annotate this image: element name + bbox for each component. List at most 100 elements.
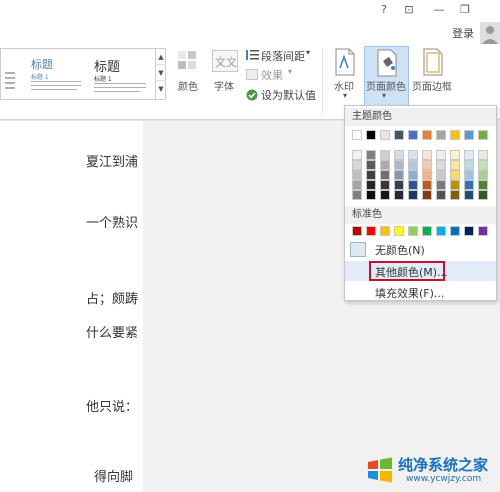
colors-icon <box>178 51 196 69</box>
theme-color-swatch[interactable] <box>394 160 404 170</box>
theme-color-swatch[interactable] <box>408 170 418 180</box>
theme-color-swatch[interactable] <box>478 160 488 170</box>
no-color-item[interactable]: 无颜色(N) <box>345 239 496 259</box>
theme-color-swatch[interactable] <box>352 130 362 140</box>
help-button[interactable]: ? <box>375 2 393 18</box>
theme-color-swatch[interactable] <box>366 130 376 140</box>
theme-color-swatch[interactable] <box>422 190 432 200</box>
paragraph-spacing-icon <box>246 50 259 60</box>
standard-color-swatch[interactable] <box>450 226 460 236</box>
theme-color-swatch[interactable] <box>450 160 460 170</box>
theme-color-swatch[interactable] <box>352 160 362 170</box>
more-colors-item[interactable]: 其他颜色(M)... <box>345 261 496 281</box>
standard-color-swatch[interactable] <box>394 226 404 236</box>
standard-color-swatch[interactable] <box>352 226 362 236</box>
theme-color-swatch[interactable] <box>380 190 390 200</box>
minimize-button[interactable]: — <box>430 2 448 18</box>
theme-color-swatch[interactable] <box>450 150 460 160</box>
gallery-scroll: ▲ ▼ ▼ <box>155 49 166 99</box>
theme-color-swatch[interactable] <box>450 130 460 140</box>
theme-color-swatch[interactable] <box>366 170 376 180</box>
ribbon-display-options-button[interactable]: ⊡ <box>400 2 418 18</box>
gallery-more-button[interactable]: ▼ <box>156 81 166 97</box>
gallery-up-button[interactable]: ▲ <box>156 49 166 65</box>
paragraph-spacing-label: 段落间距 <box>261 50 305 63</box>
theme-color-swatch[interactable] <box>408 130 418 140</box>
standard-color-swatch[interactable] <box>366 226 376 236</box>
theme-color-swatch[interactable] <box>422 170 432 180</box>
style-tile-1[interactable]: 标题 标题 1 <box>28 50 86 98</box>
standard-color-swatch[interactable] <box>464 226 474 236</box>
theme-color-swatch[interactable] <box>436 190 446 200</box>
theme-color-swatch[interactable] <box>422 130 432 140</box>
page-color-button[interactable]: 页面颜色 ▾ <box>364 46 409 106</box>
theme-color-swatch[interactable] <box>436 170 446 180</box>
theme-color-swatch[interactable] <box>478 180 488 190</box>
theme-color-swatch[interactable] <box>422 180 432 190</box>
theme-color-swatch[interactable] <box>352 150 362 160</box>
style-set-gallery[interactable]: 标题 标题 1 标题 标题 1 ▲ ▼ ▼ <box>0 48 166 100</box>
theme-color-swatch[interactable] <box>436 160 446 170</box>
gallery-down-button[interactable]: ▼ <box>156 65 166 81</box>
fill-effects-label: 填充效果(F)... <box>375 287 445 300</box>
theme-color-swatch[interactable] <box>478 130 488 140</box>
theme-color-swatch[interactable] <box>366 160 376 170</box>
theme-color-swatch[interactable] <box>380 170 390 180</box>
set-as-default-label: 设为默认值 <box>261 89 316 102</box>
watermark-icon <box>335 48 355 76</box>
style-tile-heading: 标题 <box>94 60 121 75</box>
theme-color-swatch[interactable] <box>366 180 376 190</box>
theme-color-swatch[interactable] <box>464 130 474 140</box>
theme-color-swatch[interactable] <box>366 150 376 160</box>
theme-color-swatch[interactable] <box>408 190 418 200</box>
theme-color-swatch[interactable] <box>478 150 488 160</box>
restore-button[interactable]: ❐ <box>456 2 474 18</box>
avatar[interactable] <box>480 22 500 44</box>
theme-color-swatch[interactable] <box>464 150 474 160</box>
effects-label: 效果 <box>261 69 283 82</box>
theme-color-swatch[interactable] <box>478 170 488 180</box>
theme-color-swatch[interactable] <box>436 180 446 190</box>
chevron-down-icon: ▾ <box>382 91 387 100</box>
theme-color-swatch[interactable] <box>408 150 418 160</box>
theme-color-swatch[interactable] <box>366 190 376 200</box>
theme-color-swatch[interactable] <box>422 150 432 160</box>
theme-color-swatch[interactable] <box>352 180 362 190</box>
document-page[interactable]: 夏江到浦 一个熟识 占；颇踌 什么要紧 他只说： 得向脚 <box>0 121 143 492</box>
theme-color-swatch[interactable] <box>394 170 404 180</box>
theme-color-swatch[interactable] <box>394 150 404 160</box>
fill-effects-item[interactable]: 填充效果(F)... <box>345 282 496 302</box>
watermark-title: 纯净系统之家 <box>398 456 489 474</box>
theme-color-swatch[interactable] <box>464 170 474 180</box>
standard-color-swatch[interactable] <box>478 226 488 236</box>
theme-color-swatch[interactable] <box>478 190 488 200</box>
theme-color-swatch[interactable] <box>450 180 460 190</box>
theme-color-swatch[interactable] <box>464 190 474 200</box>
theme-color-swatch[interactable] <box>352 170 362 180</box>
theme-color-swatch[interactable] <box>422 160 432 170</box>
style-tile-2[interactable]: 标题 标题 1 <box>91 50 151 98</box>
theme-color-swatch[interactable] <box>394 130 404 140</box>
style-tile-partial[interactable] <box>2 50 16 98</box>
theme-color-swatch[interactable] <box>408 180 418 190</box>
theme-color-swatch[interactable] <box>436 130 446 140</box>
standard-color-swatch[interactable] <box>436 226 446 236</box>
standard-color-swatch[interactable] <box>408 226 418 236</box>
theme-color-swatch[interactable] <box>464 160 474 170</box>
theme-color-swatch[interactable] <box>408 160 418 170</box>
theme-color-swatch[interactable] <box>450 170 460 180</box>
theme-color-swatch[interactable] <box>380 150 390 160</box>
theme-color-swatch[interactable] <box>436 150 446 160</box>
standard-color-swatch[interactable] <box>422 226 432 236</box>
theme-color-swatch[interactable] <box>394 190 404 200</box>
theme-color-swatch[interactable] <box>380 130 390 140</box>
style-tile-heading: 标题 <box>31 58 53 71</box>
theme-color-swatch[interactable] <box>380 180 390 190</box>
login-link[interactable]: 登录 <box>452 25 474 41</box>
theme-color-swatch[interactable] <box>450 190 460 200</box>
theme-color-swatch[interactable] <box>380 160 390 170</box>
theme-color-swatch[interactable] <box>394 180 404 190</box>
theme-color-swatch[interactable] <box>464 180 474 190</box>
standard-color-swatch[interactable] <box>380 226 390 236</box>
theme-color-swatch[interactable] <box>352 190 362 200</box>
